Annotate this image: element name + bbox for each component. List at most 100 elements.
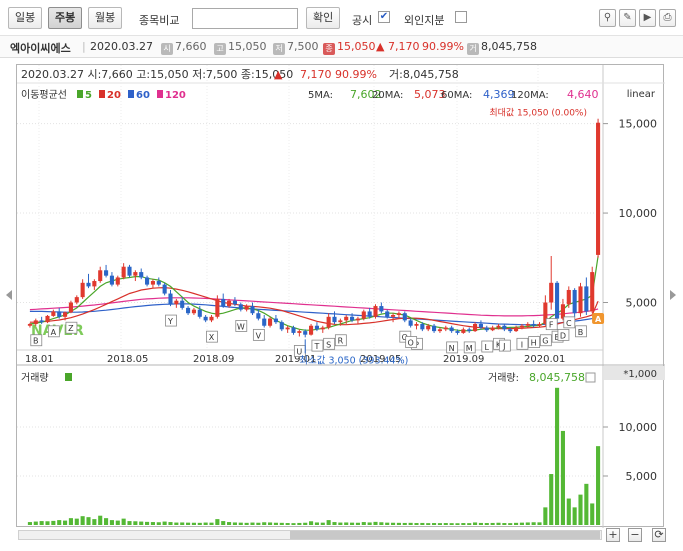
price-chart[interactable]: 15,000 10,000 5,000 linear 18.01 2018.05 2018.… (17, 65, 665, 528)
pencil-icon[interactable]: ✎ (619, 9, 636, 27)
volume-bar (285, 523, 290, 525)
x-tick-label: 2018.09 (193, 354, 234, 365)
volume-bar (437, 523, 442, 525)
scrollbar-thumb[interactable] (290, 531, 600, 539)
candle-body (80, 282, 85, 298)
volume-bar (525, 522, 530, 525)
volume-bar (496, 522, 501, 525)
volume-bar (127, 521, 132, 525)
candle-body (139, 272, 144, 278)
zoom-in-button[interactable]: + (606, 528, 620, 542)
disclosure-flag-letter: C (566, 319, 572, 328)
volume-bar (461, 523, 466, 525)
volume-bar (590, 503, 595, 525)
candle-body (127, 266, 132, 276)
scroll-left-arrow[interactable] (6, 290, 12, 300)
candle-body (227, 300, 232, 307)
candle-body (549, 282, 554, 303)
volume-bar (519, 522, 524, 525)
candle-body (590, 272, 595, 312)
volume-bar (133, 521, 138, 525)
x-tick-label: 2019.09 (443, 354, 484, 365)
cursor-icon[interactable]: ▶ (639, 9, 656, 27)
compare-code-input[interactable] (192, 8, 298, 29)
candle-body (168, 293, 173, 305)
volume-bar (555, 387, 560, 525)
foreign-ownership-checkbox[interactable] (455, 11, 467, 23)
tab-daily[interactable]: 일봉 (8, 7, 43, 29)
ma-legend-swatch (128, 90, 134, 98)
volume-y-tick-label: 5,000 (626, 470, 658, 483)
candle-body (145, 277, 150, 285)
candle-body (74, 297, 79, 303)
candle-body (156, 281, 161, 285)
candle-body (57, 311, 62, 317)
tab-monthly[interactable]: 월봉 (88, 7, 123, 29)
candle-body (320, 327, 325, 330)
tab-weekly[interactable]: 주봉 (48, 7, 83, 29)
scroll-right-arrow[interactable] (670, 290, 676, 300)
volume-bar (391, 522, 396, 525)
candle-body (519, 325, 524, 328)
candle-body (473, 323, 478, 332)
zoom-out-button[interactable]: − (628, 528, 642, 542)
ma-value: 4,640 (567, 88, 599, 101)
volume-bar (560, 430, 565, 525)
ma-legend-period: 5 (85, 90, 92, 101)
candle-body (584, 286, 589, 312)
ma-value-label: 120MA: (511, 90, 549, 101)
confirm-button[interactable]: 확인 (306, 7, 341, 29)
candle-body (373, 306, 378, 317)
ma-value-label: 60MA: (441, 90, 472, 101)
price-change-pct: 90.99% (422, 40, 464, 53)
volume-legend-value: 8,045,758 (529, 371, 585, 384)
volume-bar (227, 522, 232, 525)
candle-body (215, 298, 220, 317)
pin-icon[interactable]: ⚲ (599, 9, 616, 27)
volume-bar (273, 522, 278, 525)
candle-body (33, 320, 38, 324)
candle-body (303, 331, 308, 335)
volume-unit: *1,000 (623, 369, 657, 380)
y-tick-label: 5,000 (626, 296, 658, 309)
volume-bar (596, 446, 601, 525)
candle-body (537, 323, 542, 326)
volume-bar (45, 521, 50, 525)
volume-bar (420, 522, 425, 525)
volume-bar (402, 522, 407, 525)
volume-bar (215, 519, 220, 525)
disclosure-checkbox[interactable]: ✔ (378, 11, 390, 23)
open-badge: 시 (161, 43, 173, 55)
reset-button[interactable]: ⟳ (652, 528, 666, 542)
candle-body (508, 329, 513, 332)
candle-body (133, 272, 138, 276)
ohlc-volume: 거:8,045,758 (389, 68, 459, 81)
volume-bar (443, 523, 448, 525)
disclosure-flag-letter: T (313, 342, 319, 351)
volume-bar (314, 522, 319, 525)
volume-bar (209, 522, 214, 525)
candle-body (385, 311, 390, 317)
candle-body (432, 325, 437, 332)
volume-bar (250, 522, 255, 525)
min-annotation: 최소값 3,050 (393.44%) (299, 354, 408, 366)
volume-legend-close-icon (585, 372, 596, 383)
volume-bar (584, 483, 589, 525)
volume-bar (115, 520, 120, 525)
print-icon[interactable]: ⎙ (659, 9, 676, 27)
candle-body (174, 300, 179, 305)
candle-body (467, 329, 472, 332)
candle-body (514, 327, 519, 332)
volume-badge: 거 (467, 43, 479, 55)
volume-bar (426, 523, 431, 525)
price-change: ▲ 7,170 (376, 40, 420, 53)
disclosure-flag-letter: S (326, 340, 331, 349)
low-price: 저 7,500 (273, 40, 319, 55)
low-badge: 저 (273, 43, 285, 55)
candle-body (121, 266, 126, 278)
chart-panel[interactable]: 15,000 10,000 5,000 linear 18.01 2018.05 2018.… (16, 64, 665, 528)
volume-bar (303, 522, 308, 525)
volume-bar (63, 520, 68, 525)
ma-legend-swatch (99, 90, 105, 98)
volume-bar (191, 522, 196, 525)
